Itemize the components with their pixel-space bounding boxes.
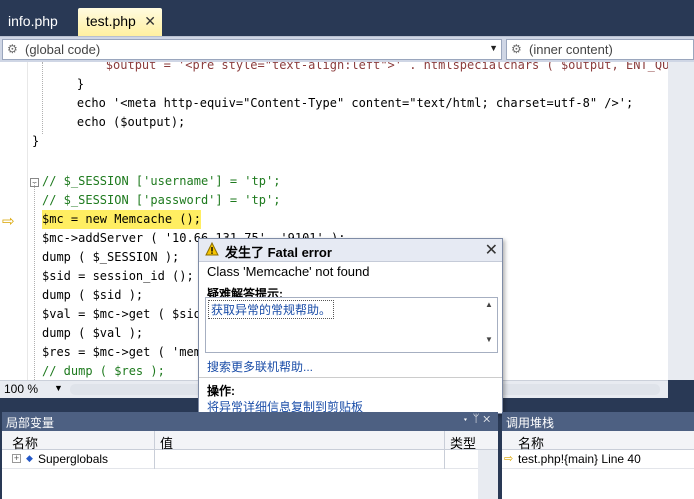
locals-panel: 局部变量 ▾ᛘ✕ 名称 值 类型 + ◆ Superglobals	[2, 412, 498, 499]
chevron-down-icon[interactable]: ▼	[54, 383, 63, 393]
indent-guide	[34, 182, 35, 380]
code-line: }	[32, 134, 40, 148]
search-more-help-link[interactable]: 搜索更多联机帮助...	[207, 358, 313, 375]
column-divider	[154, 450, 155, 469]
exception-message: Class 'Memcache' not found	[207, 264, 370, 279]
table-row[interactable]: ⇨ test.php!{main} Line 40	[502, 450, 694, 469]
close-tab-icon[interactable]: ✕	[144, 13, 156, 30]
tab-test-php[interactable]: test.php ✕	[78, 8, 162, 36]
scope-dropdown[interactable]: ⚙ (global code) ▼	[2, 39, 502, 60]
chevron-down-icon: ▼	[489, 43, 498, 53]
tab-label: info.php	[8, 13, 58, 29]
popup-title: 发生了 Fatal error	[225, 245, 332, 260]
editor-vertical-scrollbar[interactable]	[668, 62, 694, 380]
member-icon: ⚙	[511, 42, 522, 56]
divider	[199, 377, 502, 378]
stack-frame-name: test.php!{main} Line 40	[518, 452, 641, 466]
close-icon[interactable]: ✕	[483, 413, 494, 425]
code-line: $res = $mc->get ( 'memc	[42, 345, 209, 359]
locals-title: 局部变量	[6, 416, 55, 430]
tips-scrollbar[interactable]: ▲ ▼	[483, 300, 495, 350]
code-line: echo ($output);	[48, 115, 186, 129]
code-line: echo '<meta http-equiv="Content-Type" co…	[48, 96, 634, 110]
code-line: $sid = session_id ();	[42, 269, 194, 283]
scroll-down-icon[interactable]: ▼	[483, 335, 495, 344]
pin-icon[interactable]: ᛘ	[473, 413, 484, 425]
call-stack-grid-header: 名称	[502, 431, 694, 451]
current-code-line: $mc = new Memcache ();	[42, 210, 201, 229]
scope-icon: ⚙	[7, 42, 18, 56]
navigation-bar: ⚙ (global code) ▼ ⚙ (inner content)	[0, 36, 694, 62]
warning-icon	[205, 242, 219, 256]
call-stack-title: 调用堆栈	[506, 416, 555, 430]
tab-label: test.php	[86, 13, 136, 29]
code-line: }	[48, 77, 85, 91]
code-line: dump ( $_SESSION );	[42, 250, 180, 264]
general-help-link[interactable]: 获取异常的常规帮助。	[208, 300, 335, 319]
code-line: // $_SESSION ['password'] = 'tp';	[42, 193, 281, 207]
current-statement-arrow-icon: ⇨	[2, 213, 15, 230]
code-line: // $_SESSION ['username'] = 'tp';	[42, 174, 281, 188]
locals-grid-header: 名称 值 类型	[2, 431, 498, 451]
current-frame-arrow-icon: ⇨	[504, 453, 514, 465]
scroll-up-icon[interactable]: ▲	[483, 300, 495, 309]
code-line: // dump ( $res );	[42, 364, 165, 378]
locals-title-bar: 局部变量 ▾ᛘ✕	[2, 412, 498, 431]
indent-guide	[42, 62, 43, 134]
actions-heading: 操作:	[207, 384, 235, 398]
scroll-track[interactable]	[483, 309, 495, 335]
popup-title-bar: 发生了 Fatal error ✕	[199, 239, 502, 262]
variable-icon: ◆	[26, 453, 33, 463]
panel-buttons: ▾ᛘ✕	[462, 413, 494, 425]
code-line: dump ( $val );	[42, 326, 144, 340]
code-line: $output = '<pre style="text-align:left">…	[48, 62, 668, 72]
call-stack-title-bar: 调用堆栈	[502, 412, 694, 431]
member-dropdown-value: (inner content)	[529, 42, 613, 57]
tips-list[interactable]: 获取异常的常规帮助。 ▲ ▼	[205, 297, 498, 353]
column-divider	[444, 450, 445, 469]
exception-assistant-popup: 发生了 Fatal error ✕ Class 'Memcache' not f…	[198, 238, 503, 414]
document-tab-strip: info.php test.php ✕	[0, 0, 694, 36]
window-menu-icon[interactable]: ▾	[462, 413, 473, 425]
expand-icon[interactable]: +	[12, 454, 21, 463]
call-stack-panel: 调用堆栈 名称 ⇨ test.php!{main} Line 40	[502, 412, 694, 499]
code-line: $val = $mc->get ( $sid	[42, 307, 201, 321]
locals-vertical-scrollbar[interactable]	[478, 450, 498, 499]
code-line: dump ( $sid );	[42, 288, 144, 302]
member-dropdown[interactable]: ⚙ (inner content)	[506, 39, 694, 60]
table-row[interactable]: + ◆ Superglobals	[2, 450, 478, 469]
close-icon[interactable]: ✕	[485, 240, 498, 260]
variable-name: Superglobals	[38, 452, 109, 466]
scope-dropdown-value: (global code)	[25, 42, 101, 57]
tab-info-php[interactable]: info.php	[0, 8, 74, 36]
zoom-level[interactable]: 100 %	[4, 382, 38, 396]
